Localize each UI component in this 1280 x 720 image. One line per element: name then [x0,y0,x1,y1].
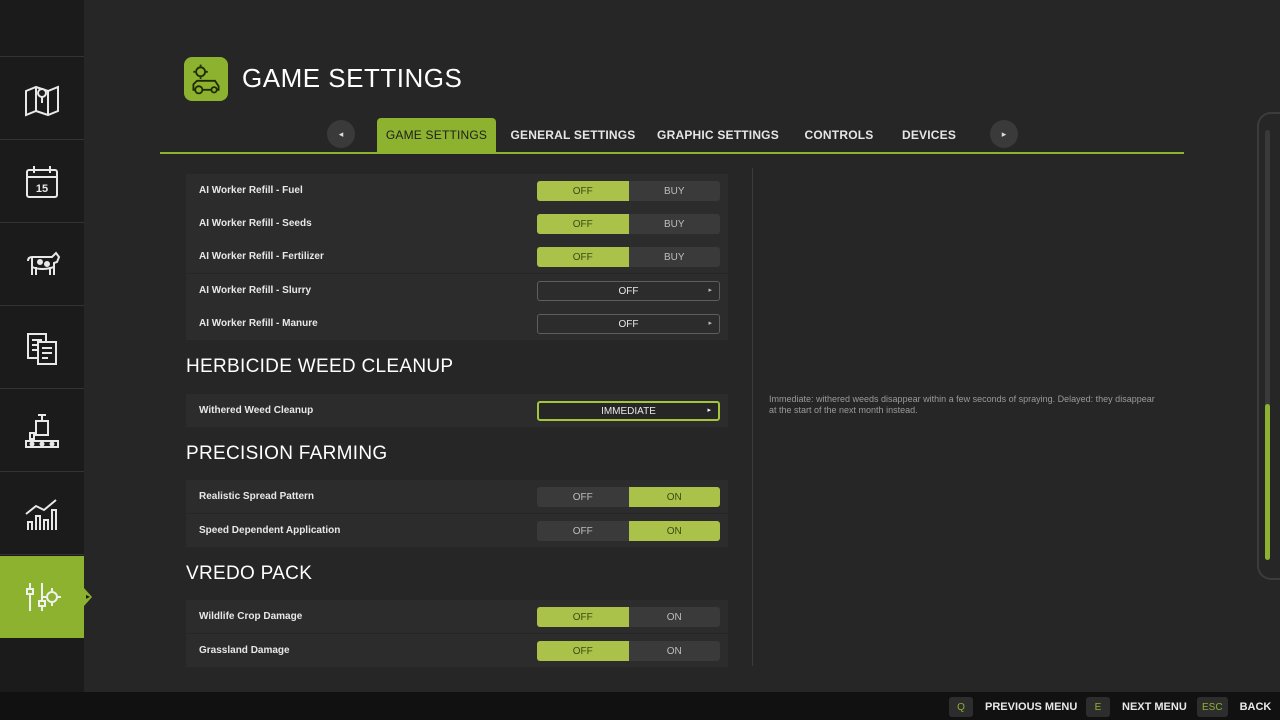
panel-divider [752,168,753,666]
statistics-icon [25,498,57,530]
option-off[interactable]: OFF [537,214,629,234]
active-indicator-glyph: ▸ [85,592,90,601]
option-off[interactable]: OFF [537,181,629,201]
sidebar-top [0,0,84,57]
page-title: GAME SETTINGS [242,63,463,93]
setting-row-grassland-damage: Grassland Damage OFF ON [186,634,728,667]
setting-description: Immediate: withered weeds disappear with… [769,394,1155,415]
tab-general-settings[interactable]: GENERAL SETTINGS [508,118,638,152]
sidebar-item-settings[interactable]: ▸ [0,556,92,638]
contracts-icon [27,332,57,365]
sidebar-item-calendar[interactable]: 15 [0,141,84,223]
selector-arrow-icon[interactable]: ▸ [708,319,712,327]
section-title-precision: PRECISION FARMING [186,443,388,464]
tab-graphic-settings[interactable]: GRAPHIC SETTINGS [652,118,784,152]
withered-weed-selector[interactable]: IMMEDIATE ▸ [537,401,720,421]
spread-pattern-toggle: OFF ON [537,487,720,507]
section-title-herbicide: HERBICIDE WEED CLEANUP [186,356,454,377]
option-off[interactable]: OFF [537,641,629,661]
key-esc: ESC [1197,697,1228,717]
sidebar: 15 ▸ [0,0,92,692]
scrollbar-thumb[interactable] [1265,404,1270,560]
option-on[interactable]: ON [629,607,721,627]
setting-label: Wildlife Crop Damage [199,611,303,622]
back-hint[interactable]: ESC BACK [1197,697,1271,717]
option-buy[interactable]: BUY [629,247,721,267]
setting-row-speed-dependent: Speed Dependent Application OFF ON [186,514,728,547]
grassland-damage-toggle: OFF ON [537,641,720,661]
selector-value: OFF [618,318,639,330]
setting-label: AI Worker Refill - Fertilizer [199,251,324,262]
manure-selector[interactable]: OFF ▸ [537,314,720,334]
setting-row-withered-weed: Withered Weed Cleanup IMMEDIATE ▸ [186,394,728,427]
settings-logo-icon [184,57,228,101]
map-icon [25,85,59,116]
setting-row-manure: AI Worker Refill - Manure OFF ▸ [186,307,728,340]
selector-value: OFF [618,285,639,297]
selector-arrow-icon[interactable]: ▸ [707,406,711,414]
setting-row-slurry: AI Worker Refill - Slurry OFF ▸ [186,274,728,307]
wildlife-damage-toggle: OFF ON [537,607,720,627]
key-q: Q [949,697,973,717]
option-on[interactable]: ON [629,641,721,661]
speed-dependent-toggle: OFF ON [537,521,720,541]
slurry-selector[interactable]: OFF ▸ [537,281,720,301]
sidebar-item-contracts[interactable] [0,307,84,389]
tab-underline [160,152,1184,154]
option-buy[interactable]: BUY [629,214,721,234]
calendar-day: 15 [36,183,48,195]
sidebar-item-map[interactable] [0,58,84,140]
fuel-toggle: OFF BUY [537,181,720,201]
selector-arrow-icon[interactable]: ▸ [708,286,712,294]
next-menu-label: NEXT MENU [1122,701,1187,713]
setting-label: Grassland Damage [199,645,290,656]
section-title-vredo: VREDO PACK [186,563,313,584]
selector-value: IMMEDIATE [601,405,656,417]
option-on[interactable]: ON [628,521,720,541]
setting-row-wildlife-damage: Wildlife Crop Damage OFF ON [186,600,728,633]
sidebar-item-production[interactable] [0,390,84,472]
calendar-icon: 15 [26,165,58,198]
option-off[interactable]: OFF [537,487,629,507]
back-label: BACK [1239,701,1272,713]
tab-devices[interactable]: DEVICES [894,118,964,152]
setting-row-spread-pattern: Realistic Spread Pattern OFF ON [186,480,728,513]
setting-label: Realistic Spread Pattern [199,491,315,502]
previous-menu-label: PREVIOUS MENU [985,701,1078,713]
sidebar-item-statistics[interactable] [0,473,84,555]
setting-label: AI Worker Refill - Manure [199,318,318,329]
fertilizer-toggle: OFF BUY [537,247,720,267]
setting-label: AI Worker Refill - Fuel [199,185,303,196]
tab-prev-button[interactable]: ◂ [327,120,355,148]
option-buy[interactable]: BUY [629,181,721,201]
livestock-icon [27,250,61,275]
tab-controls[interactable]: CONTROLS [797,118,881,152]
key-e: E [1086,697,1110,717]
option-off[interactable]: OFF [537,521,629,541]
previous-menu-hint[interactable]: Q PREVIOUS MENU [949,697,1077,717]
setting-row-seeds: AI Worker Refill - Seeds OFF BUY [186,207,728,240]
option-on[interactable]: ON [628,487,720,507]
production-icon [25,413,59,448]
setting-row-fuel: AI Worker Refill - Fuel OFF BUY [186,174,728,207]
seeds-toggle: OFF BUY [537,214,720,234]
setting-label: AI Worker Refill - Seeds [199,218,312,229]
settings-icon [26,583,61,611]
next-menu-hint[interactable]: E NEXT MENU [1086,697,1187,717]
tab-next-button[interactable]: ▸ [990,120,1018,148]
setting-row-fertilizer: AI Worker Refill - Fertilizer OFF BUY [186,240,728,273]
setting-label: Withered Weed Cleanup [199,405,314,416]
sidebar-item-animals[interactable] [0,224,84,306]
setting-label: AI Worker Refill - Slurry [199,285,312,296]
tab-game-settings[interactable]: GAME SETTINGS [377,118,496,152]
setting-label: Speed Dependent Application [199,525,341,536]
option-off[interactable]: OFF [537,607,629,627]
option-off[interactable]: OFF [537,247,629,267]
